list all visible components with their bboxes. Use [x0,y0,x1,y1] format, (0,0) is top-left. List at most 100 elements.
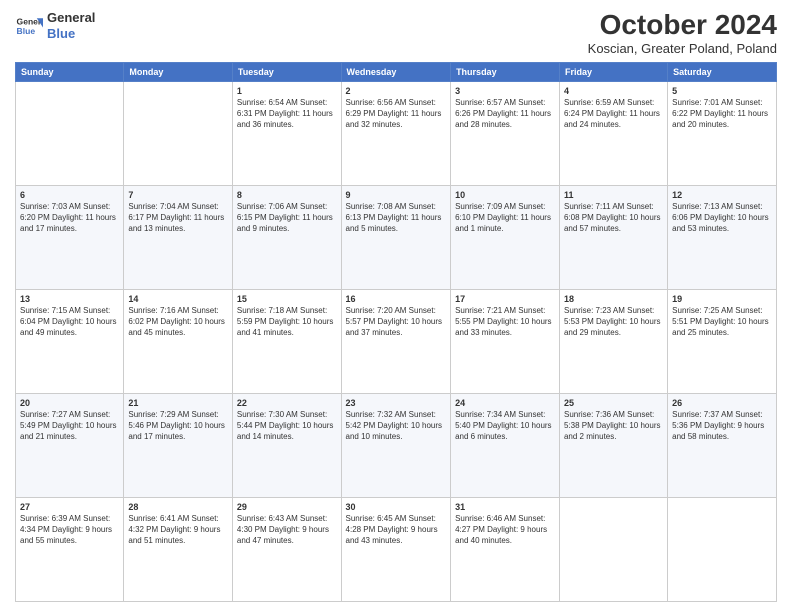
day-info-25: Sunrise: 7:36 AM Sunset: 5:38 PM Dayligh… [564,410,663,442]
cell-w2-d5: 10Sunrise: 7:09 AM Sunset: 6:10 PM Dayli… [451,185,560,289]
logo-text-general: General [47,10,95,26]
week-row-4: 20Sunrise: 7:27 AM Sunset: 5:49 PM Dayli… [16,393,777,497]
day-info-10: Sunrise: 7:09 AM Sunset: 6:10 PM Dayligh… [455,202,555,234]
svg-text:Blue: Blue [17,25,36,35]
day-info-12: Sunrise: 7:13 AM Sunset: 6:06 PM Dayligh… [672,202,772,234]
page: General Blue General Blue October 2024 K… [0,0,792,612]
cell-w1-d3: 1Sunrise: 6:54 AM Sunset: 6:31 PM Daylig… [232,81,341,185]
day-info-15: Sunrise: 7:18 AM Sunset: 5:59 PM Dayligh… [237,306,337,338]
cell-w3-d5: 17Sunrise: 7:21 AM Sunset: 5:55 PM Dayli… [451,289,560,393]
cell-w5-d6 [559,497,667,601]
day-number-25: 25 [564,397,663,409]
cell-w3-d2: 14Sunrise: 7:16 AM Sunset: 6:02 PM Dayli… [124,289,233,393]
day-number-20: 20 [20,397,119,409]
day-info-19: Sunrise: 7:25 AM Sunset: 5:51 PM Dayligh… [672,306,772,338]
col-tuesday: Tuesday [232,62,341,81]
cell-w1-d2 [124,81,233,185]
day-info-13: Sunrise: 7:15 AM Sunset: 6:04 PM Dayligh… [20,306,119,338]
logo: General Blue General Blue [15,10,95,41]
day-info-11: Sunrise: 7:11 AM Sunset: 6:08 PM Dayligh… [564,202,663,234]
cell-w3-d1: 13Sunrise: 7:15 AM Sunset: 6:04 PM Dayli… [16,289,124,393]
day-info-5: Sunrise: 7:01 AM Sunset: 6:22 PM Dayligh… [672,98,772,130]
cell-w3-d3: 15Sunrise: 7:18 AM Sunset: 5:59 PM Dayli… [232,289,341,393]
cell-w2-d6: 11Sunrise: 7:11 AM Sunset: 6:08 PM Dayli… [559,185,667,289]
day-info-29: Sunrise: 6:43 AM Sunset: 4:30 PM Dayligh… [237,514,337,546]
day-number-28: 28 [128,501,228,513]
day-number-22: 22 [237,397,337,409]
day-info-23: Sunrise: 7:32 AM Sunset: 5:42 PM Dayligh… [346,410,447,442]
cell-w1-d7: 5Sunrise: 7:01 AM Sunset: 6:22 PM Daylig… [668,81,777,185]
day-info-4: Sunrise: 6:59 AM Sunset: 6:24 PM Dayligh… [564,98,663,130]
week-row-2: 6Sunrise: 7:03 AM Sunset: 6:20 PM Daylig… [16,185,777,289]
cell-w4-d4: 23Sunrise: 7:32 AM Sunset: 5:42 PM Dayli… [341,393,451,497]
calendar-body: 1Sunrise: 6:54 AM Sunset: 6:31 PM Daylig… [16,81,777,601]
cell-w2-d7: 12Sunrise: 7:13 AM Sunset: 6:06 PM Dayli… [668,185,777,289]
day-number-16: 16 [346,293,447,305]
cell-w4-d3: 22Sunrise: 7:30 AM Sunset: 5:44 PM Dayli… [232,393,341,497]
day-number-26: 26 [672,397,772,409]
day-number-5: 5 [672,85,772,97]
col-wednesday: Wednesday [341,62,451,81]
calendar-table: Sunday Monday Tuesday Wednesday Thursday… [15,62,777,602]
day-info-22: Sunrise: 7:30 AM Sunset: 5:44 PM Dayligh… [237,410,337,442]
day-number-3: 3 [455,85,555,97]
cell-w4-d5: 24Sunrise: 7:34 AM Sunset: 5:40 PM Dayli… [451,393,560,497]
cell-w1-d4: 2Sunrise: 6:56 AM Sunset: 6:29 PM Daylig… [341,81,451,185]
day-number-27: 27 [20,501,119,513]
day-number-10: 10 [455,189,555,201]
day-info-14: Sunrise: 7:16 AM Sunset: 6:02 PM Dayligh… [128,306,228,338]
cell-w5-d5: 31Sunrise: 6:46 AM Sunset: 4:27 PM Dayli… [451,497,560,601]
col-friday: Friday [559,62,667,81]
cell-w3-d4: 16Sunrise: 7:20 AM Sunset: 5:57 PM Dayli… [341,289,451,393]
day-number-17: 17 [455,293,555,305]
day-number-24: 24 [455,397,555,409]
day-number-14: 14 [128,293,228,305]
day-info-20: Sunrise: 7:27 AM Sunset: 5:49 PM Dayligh… [20,410,119,442]
day-info-16: Sunrise: 7:20 AM Sunset: 5:57 PM Dayligh… [346,306,447,338]
cell-w5-d3: 29Sunrise: 6:43 AM Sunset: 4:30 PM Dayli… [232,497,341,601]
day-number-23: 23 [346,397,447,409]
day-number-6: 6 [20,189,119,201]
header: General Blue General Blue October 2024 K… [15,10,777,56]
main-title: October 2024 [588,10,777,41]
cell-w5-d2: 28Sunrise: 6:41 AM Sunset: 4:32 PM Dayli… [124,497,233,601]
day-number-19: 19 [672,293,772,305]
day-info-2: Sunrise: 6:56 AM Sunset: 6:29 PM Dayligh… [346,98,447,130]
day-number-29: 29 [237,501,337,513]
cell-w1-d1 [16,81,124,185]
cell-w5-d1: 27Sunrise: 6:39 AM Sunset: 4:34 PM Dayli… [16,497,124,601]
title-block: October 2024 Koscian, Greater Poland, Po… [588,10,777,56]
logo-text-blue: Blue [47,26,95,42]
day-number-31: 31 [455,501,555,513]
day-info-30: Sunrise: 6:45 AM Sunset: 4:28 PM Dayligh… [346,514,447,546]
day-info-31: Sunrise: 6:46 AM Sunset: 4:27 PM Dayligh… [455,514,555,546]
day-info-9: Sunrise: 7:08 AM Sunset: 6:13 PM Dayligh… [346,202,447,234]
day-number-21: 21 [128,397,228,409]
cell-w4-d2: 21Sunrise: 7:29 AM Sunset: 5:46 PM Dayli… [124,393,233,497]
day-number-13: 13 [20,293,119,305]
day-info-24: Sunrise: 7:34 AM Sunset: 5:40 PM Dayligh… [455,410,555,442]
day-info-6: Sunrise: 7:03 AM Sunset: 6:20 PM Dayligh… [20,202,119,234]
day-number-18: 18 [564,293,663,305]
day-number-11: 11 [564,189,663,201]
day-info-7: Sunrise: 7:04 AM Sunset: 6:17 PM Dayligh… [128,202,228,234]
week-row-3: 13Sunrise: 7:15 AM Sunset: 6:04 PM Dayli… [16,289,777,393]
col-monday: Monday [124,62,233,81]
cell-w4-d7: 26Sunrise: 7:37 AM Sunset: 5:36 PM Dayli… [668,393,777,497]
day-info-26: Sunrise: 7:37 AM Sunset: 5:36 PM Dayligh… [672,410,772,442]
week-row-5: 27Sunrise: 6:39 AM Sunset: 4:34 PM Dayli… [16,497,777,601]
day-info-18: Sunrise: 7:23 AM Sunset: 5:53 PM Dayligh… [564,306,663,338]
calendar-header: Sunday Monday Tuesday Wednesday Thursday… [16,62,777,81]
day-info-21: Sunrise: 7:29 AM Sunset: 5:46 PM Dayligh… [128,410,228,442]
cell-w2-d3: 8Sunrise: 7:06 AM Sunset: 6:15 PM Daylig… [232,185,341,289]
day-info-17: Sunrise: 7:21 AM Sunset: 5:55 PM Dayligh… [455,306,555,338]
day-number-9: 9 [346,189,447,201]
cell-w2-d1: 6Sunrise: 7:03 AM Sunset: 6:20 PM Daylig… [16,185,124,289]
col-saturday: Saturday [668,62,777,81]
day-info-28: Sunrise: 6:41 AM Sunset: 4:32 PM Dayligh… [128,514,228,546]
day-number-8: 8 [237,189,337,201]
day-number-30: 30 [346,501,447,513]
col-thursday: Thursday [451,62,560,81]
header-row: Sunday Monday Tuesday Wednesday Thursday… [16,62,777,81]
cell-w2-d4: 9Sunrise: 7:08 AM Sunset: 6:13 PM Daylig… [341,185,451,289]
